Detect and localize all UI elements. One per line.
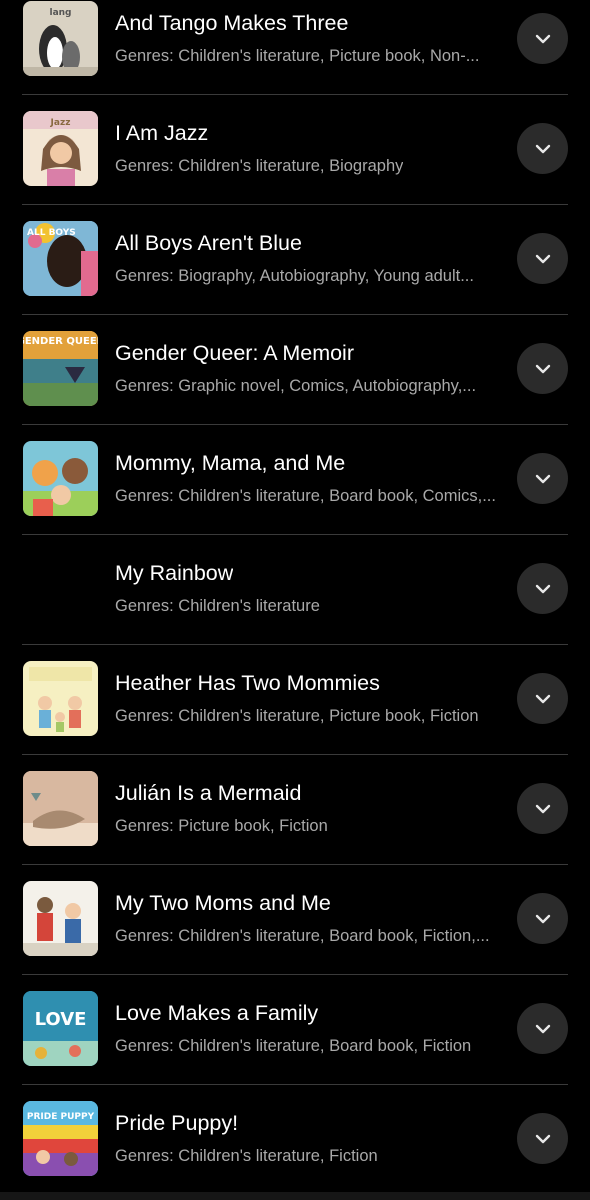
book-title: My Rainbow [115,561,234,585]
book-cover-image: LOVE [23,991,98,1066]
book-list-item[interactable]: Julián Is a Mermaid Genres: Picture book,… [0,755,590,865]
book-cover-image: PRIDE PUPPY [23,1101,98,1176]
expand-button[interactable] [517,1113,568,1164]
chevron-down-icon [535,34,550,43]
bottom-edge-bar [0,1192,590,1200]
expand-button[interactable] [517,123,568,174]
book-genres: Genres: Children's literature, Board boo… [115,927,490,945]
book-title: And Tango Makes Three [115,11,349,35]
cover-lettering: PRIDE PUPPY [27,1112,95,1122]
book-cover-thumbnail: Jazz [23,111,98,186]
book-cover-image [23,441,98,516]
book-genres: Genres: Children's literature, Board boo… [115,487,496,505]
book-genres: Genres: Picture book, Fiction [115,817,328,835]
book-cover-thumbnail: ALL BOYS [23,221,98,296]
book-genres: Genres: Children's literature, Picture b… [115,47,480,65]
book-list-item[interactable]: LOVE Love Makes a Family Genres: Children'… [0,975,590,1085]
book-list-item[interactable]: Mommy, Mama, and Me Genres: Children's li… [0,425,590,535]
book-title: Mommy, Mama, and Me [115,451,346,475]
cover-lettering: GENDER QUEER [23,336,98,347]
chevron-down-icon [535,1024,550,1033]
expand-button[interactable] [517,673,568,724]
expand-button[interactable] [517,343,568,394]
book-cover-image: ALL BOYS [23,221,98,296]
expand-button[interactable] [517,563,568,614]
book-title: All Boys Aren't Blue [115,231,302,255]
book-cover-thumbnail: PRIDE PUPPY [23,1101,98,1176]
chevron-down-icon [535,1134,550,1143]
cover-lettering: ALL BOYS [27,228,76,238]
book-cover-image: Jazz [23,111,98,186]
expand-button[interactable] [517,233,568,284]
book-cover-image [23,661,98,736]
book-title: Love Makes a Family [115,1001,319,1025]
chevron-down-icon [535,584,550,593]
chevron-down-icon [535,364,550,373]
cover-lettering: Jazz [50,118,71,128]
book-genres: Genres: Biography, Autobiography, Young … [115,267,474,285]
chevron-down-icon [535,474,550,483]
book-title: My Two Moms and Me [115,891,331,915]
expand-button[interactable] [517,1003,568,1054]
cover-lettering: LOVE [35,1009,87,1030]
expand-button[interactable] [517,453,568,504]
book-list-item[interactable]: ALL BOYS All Boys Aren't Blue Genres: Biog… [0,205,590,315]
book-cover-thumbnail: lang [23,1,98,76]
book-genres: Genres: Children's literature, Fiction [115,1147,378,1165]
book-list-item[interactable]: lang And Tango Makes Three Genres: Childre… [0,0,590,95]
book-title: Heather Has Two Mommies [115,671,380,695]
book-cover-thumbnail [23,771,98,846]
book-cover-thumbnail [23,441,98,516]
book-list-item[interactable]: Heather Has Two Mommies Genres: Children'… [0,645,590,755]
book-cover-image: lang [23,1,98,76]
book-list-item[interactable]: My Rainbow Genres: Children's literature [0,535,590,645]
book-cover-thumbnail: LOVE [23,991,98,1066]
book-genres: Genres: Children's literature, Picture b… [115,707,479,725]
chevron-down-icon [535,804,550,813]
book-cover-image [23,771,98,846]
book-list: lang And Tango Makes Three Genres: Childre… [0,0,590,1195]
book-cover-thumbnail [23,881,98,956]
book-genres: Genres: Children's literature, Board boo… [115,1037,472,1055]
chevron-down-icon [535,144,550,153]
book-genres: Genres: Graphic novel, Comics, Autobiogr… [115,377,477,395]
book-title: Pride Puppy! [115,1111,239,1135]
chevron-down-icon [535,914,550,923]
book-list-item[interactable]: PRIDE PUPPY Pride Puppy! Genres: Children'… [0,1085,590,1195]
book-list-item[interactable]: GENDER QUEER Gender Queer: A Memoir Genres… [0,315,590,425]
book-list-item[interactable]: My Two Moms and Me Genres: Children's lit… [0,865,590,975]
book-genres: Genres: Children's literature, Biography [115,157,404,175]
book-cover-thumbnail [23,661,98,736]
book-title: I Am Jazz [115,121,209,145]
book-cover-image: GENDER QUEER [23,331,98,406]
expand-button[interactable] [517,893,568,944]
book-title: Gender Queer: A Memoir [115,341,354,365]
expand-button[interactable] [517,13,568,64]
cover-lettering: lang [49,8,71,18]
book-title: Julián Is a Mermaid [115,781,302,805]
book-cover-thumbnail: GENDER QUEER [23,331,98,406]
chevron-down-icon [535,694,550,703]
book-genres: Genres: Children's literature [115,597,320,615]
book-cover-image [23,881,98,956]
expand-button[interactable] [517,783,568,834]
chevron-down-icon [535,254,550,263]
book-list-item[interactable]: Jazz I Am Jazz Genres: Children's literatu… [0,95,590,205]
